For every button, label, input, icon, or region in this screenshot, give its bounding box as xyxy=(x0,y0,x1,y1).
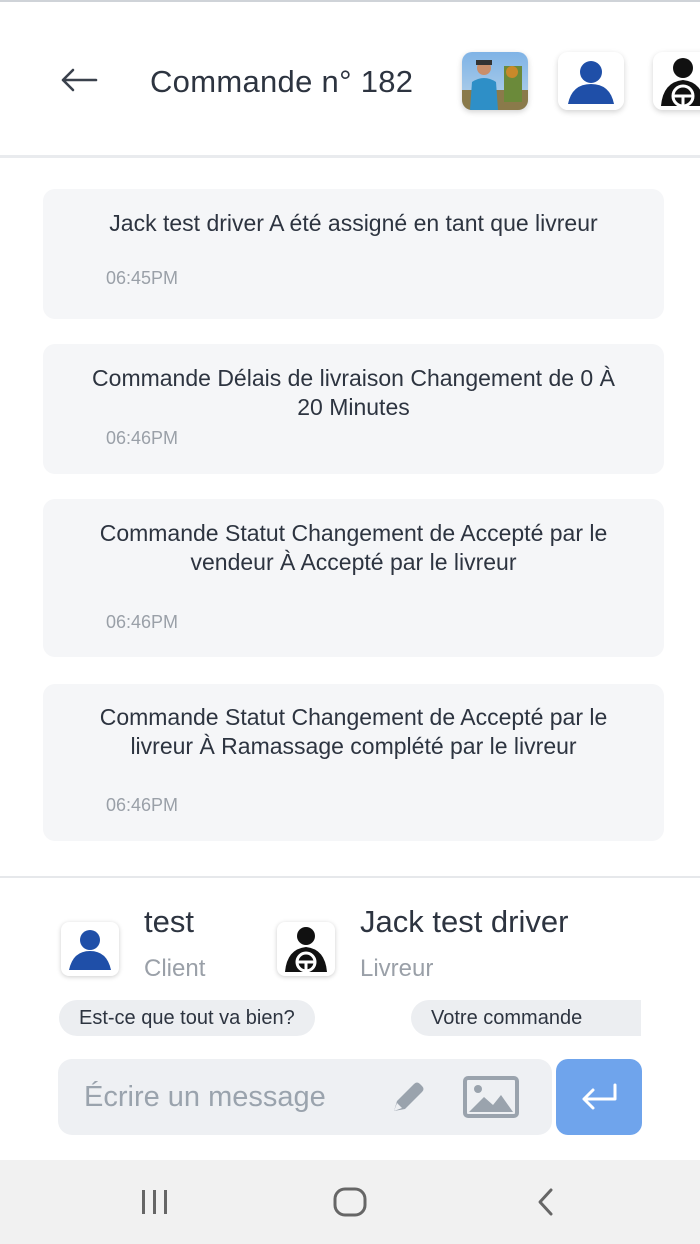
header-avatar-driver[interactable] xyxy=(653,52,700,110)
message-text: Jack test driver A été assigné en tant q… xyxy=(109,210,598,236)
back-icon xyxy=(538,1188,553,1216)
image-icon xyxy=(463,1076,519,1118)
quick-replies: Est-ce que tout va bien? Votre commande xyxy=(0,1000,700,1038)
client-avatar-icon xyxy=(558,52,624,110)
page-title: Commande n° 182 xyxy=(150,64,414,99)
client-avatar-icon xyxy=(69,930,111,970)
header-avatar-photo[interactable] xyxy=(462,52,528,110)
pencil-icon xyxy=(394,1082,424,1111)
system-message: Commande Statut Changement de Accepté pa… xyxy=(43,684,664,841)
driver-avatar-icon xyxy=(653,52,700,110)
driver-avatar-icon xyxy=(285,927,327,973)
message-list[interactable]: Jack test driver A été assigné en tant q… xyxy=(0,161,700,876)
message-time: 06:45PM xyxy=(106,268,179,288)
system-message: Jack test driver A été assigné en tant q… xyxy=(43,189,664,319)
enter-icon xyxy=(582,1083,617,1110)
system-navigation-bar xyxy=(0,1160,700,1244)
participant-name: test xyxy=(144,904,194,939)
system-message: Commande Délais de livraison Changement … xyxy=(43,344,664,474)
message-time: 06:46PM xyxy=(106,795,179,815)
arrow-left-icon xyxy=(61,68,98,92)
message-text: Commande Statut Changement de Accepté pa… xyxy=(99,520,608,575)
app-header: Commande n° 182 xyxy=(0,0,700,158)
message-text: Commande Délais de livraison Changement … xyxy=(92,365,615,420)
recents-icon xyxy=(142,1190,167,1214)
participant-name: Jack test driver xyxy=(360,904,569,939)
participant-role: Client xyxy=(144,955,206,982)
quick-reply-chip[interactable]: Est-ce que tout va bien? xyxy=(59,1000,315,1036)
chat-footer: test Client Jack test driver Livreur Est… xyxy=(0,876,700,1160)
chip-overflow-mask xyxy=(641,1000,700,1038)
attach-image-button[interactable] xyxy=(462,1075,520,1119)
participant-role: Livreur xyxy=(360,955,434,982)
pencil-button[interactable] xyxy=(388,1079,428,1115)
message-text: Commande Statut Changement de Accepté pa… xyxy=(99,704,608,759)
message-input[interactable] xyxy=(84,1071,374,1123)
photo-avatar-icon xyxy=(462,52,528,110)
recents-button[interactable] xyxy=(125,1178,185,1226)
header-avatar-client[interactable] xyxy=(558,52,624,110)
status-divider xyxy=(0,0,700,2)
client-avatar xyxy=(61,922,119,976)
driver-avatar xyxy=(277,922,335,976)
message-time: 06:46PM xyxy=(106,612,179,632)
home-button[interactable] xyxy=(320,1178,380,1226)
system-message: Commande Statut Changement de Accepté pa… xyxy=(43,499,664,657)
home-icon xyxy=(333,1187,367,1217)
system-back-button[interactable] xyxy=(516,1178,576,1226)
send-button[interactable] xyxy=(556,1059,642,1135)
message-time: 06:46PM xyxy=(106,428,179,448)
quick-reply-chip[interactable]: Votre commande xyxy=(411,1000,671,1036)
back-button[interactable] xyxy=(58,62,100,98)
message-composer xyxy=(58,1059,552,1135)
